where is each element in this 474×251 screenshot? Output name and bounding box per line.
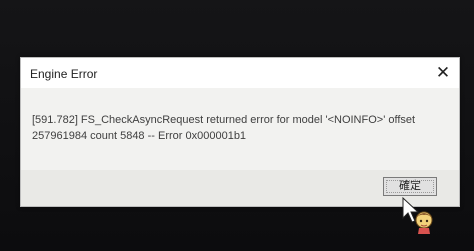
error-message-line-2: 257961984 count 5848 -- Error 0x000001b1 (32, 130, 247, 142)
screen-background: Engine Error ✕ [591.782] FS_CheckAsyncRe… (0, 0, 474, 251)
ok-button[interactable]: 確定 (383, 177, 437, 196)
dialog-footer: 確定 (21, 170, 459, 206)
close-icon[interactable]: ✕ (433, 63, 453, 83)
mascot-cursor-icon (402, 196, 433, 234)
dialog-title: Engine Error (30, 67, 98, 81)
dialog-titlebar: Engine Error ✕ (21, 58, 459, 88)
engine-error-dialog: Engine Error ✕ [591.782] FS_CheckAsyncRe… (20, 57, 460, 207)
error-message-line-1: [591.782] FS_CheckAsyncRequest returned … (32, 114, 416, 126)
error-message: [591.782] FS_CheckAsyncRequest returned … (32, 112, 452, 144)
